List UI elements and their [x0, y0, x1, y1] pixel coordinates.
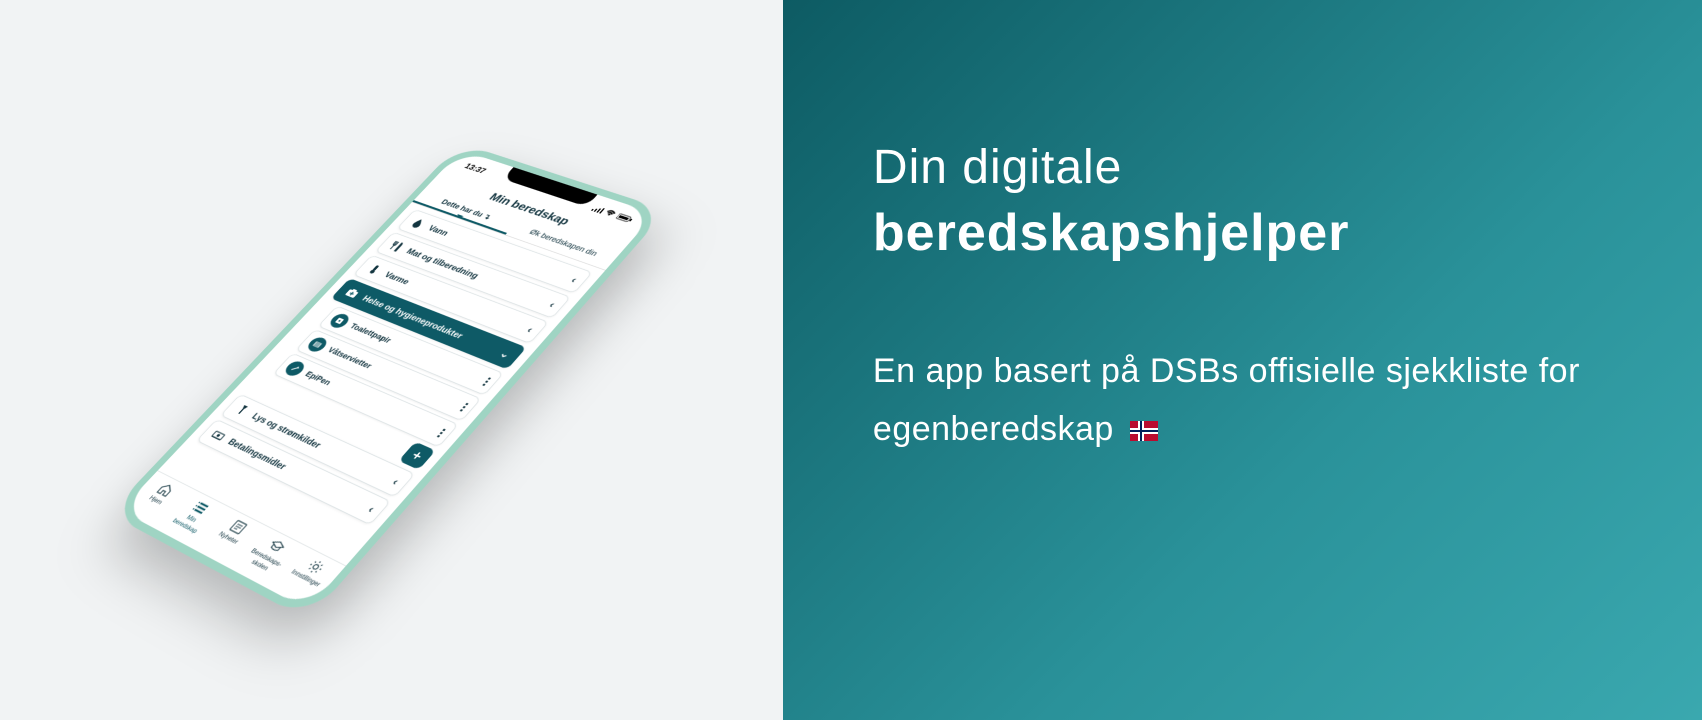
water-icon — [408, 216, 428, 230]
battery-icon — [616, 213, 635, 223]
norway-flag-icon — [1130, 421, 1158, 441]
sub-item-label: Toalettpapir — [348, 322, 393, 345]
chevron-left-icon: ‹ — [525, 324, 537, 335]
more-icon[interactable] — [437, 428, 446, 437]
hero-left-panel: 13:37 Min beredskap Dette har du ↴ Øk be… — [0, 0, 783, 720]
heading-line1: Din digitale — [873, 140, 1612, 195]
chevron-left-icon: ‹ — [390, 475, 402, 487]
phone-frame: 13:37 Min beredskap Dette har du ↴ Øk be… — [109, 143, 668, 620]
sub-item-label: Våtservietter — [326, 346, 374, 371]
hero-right-panel: Din digitale beredskapshjelper En app ba… — [783, 0, 1702, 720]
add-button[interactable]: + — [399, 442, 436, 470]
phone-mockup: 13:37 Min beredskap Dette har du ↴ Øk be… — [109, 143, 668, 620]
sub-item-label: EpiPen — [303, 370, 333, 387]
category-label: Vann — [426, 224, 451, 238]
cutlery-icon — [387, 239, 407, 253]
thermometer-icon — [365, 262, 385, 276]
category-label: Varme — [383, 270, 413, 286]
cash-icon — [208, 427, 229, 443]
more-icon[interactable] — [483, 377, 492, 386]
chevron-left-icon: ‹ — [366, 503, 378, 515]
medkit-icon — [343, 286, 363, 300]
hero-subtext: En app basert på DSBs offisielle sjekkli… — [873, 343, 1612, 459]
subtext-content: En app basert på DSBs offisielle sjekkli… — [873, 352, 1580, 448]
heading-line2: beredskapshjelper — [873, 203, 1612, 263]
phone-screen: 13:37 Min beredskap Dette har du ↴ Øk be… — [121, 150, 656, 610]
more-icon[interactable] — [460, 402, 469, 411]
chevron-left-icon: ‹ — [569, 274, 580, 285]
chevron-left-icon: ‹ — [547, 299, 559, 310]
plus-icon: + — [408, 447, 427, 464]
chevron-down-icon: ⌄ — [497, 347, 514, 361]
flashlight-icon — [232, 402, 253, 418]
